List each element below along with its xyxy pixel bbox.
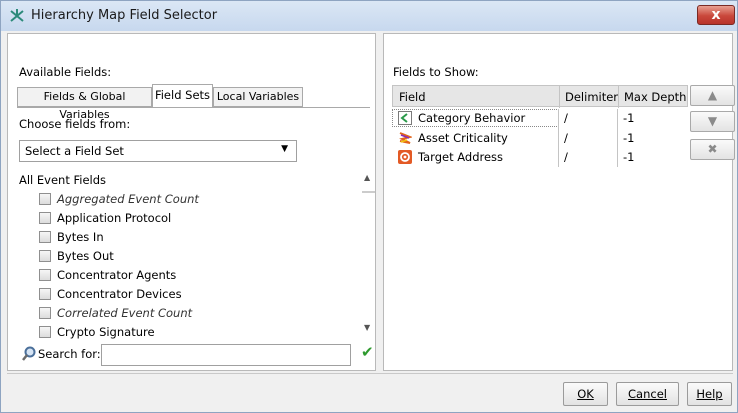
category-behavior-icon [398,111,412,125]
tab-field-sets[interactable]: Field Sets [152,84,213,108]
field-label: Aggregated Event Count [57,192,199,206]
search-input[interactable] [101,344,351,366]
field-cell: Asset Criticality [418,131,508,145]
column-divider [559,86,560,108]
table-row[interactable]: Target Address / -1 [392,148,688,167]
delimiter-cell[interactable]: / [564,111,568,125]
help-button[interactable]: Help [687,382,732,406]
field-label: Bytes In [57,230,104,244]
remove-button[interactable]: ✖ [690,139,735,160]
field-checkbox[interactable] [39,193,51,205]
field-checkbox[interactable] [39,212,51,224]
field-label: Application Protocol [57,211,172,225]
table-header: Field Delimiter Max Depth [392,85,688,108]
field-label: Correlated Event Count [57,306,193,320]
choose-fields-label: Choose fields from: [19,117,131,131]
max-depth-cell[interactable]: -1 [623,111,634,125]
asset-criticality-icon [399,132,412,144]
close-button[interactable]: x [697,5,735,25]
delimiter-cell[interactable]: / [564,150,568,164]
delimiter-cell[interactable]: / [564,131,568,145]
remove-icon: ✖ [707,142,718,156]
move-up-button[interactable]: ▲ [690,85,735,106]
field-checkbox[interactable] [39,326,51,338]
event-field-list: All Event Fields Aggregated Event Count … [19,169,365,339]
field-label: Concentrator Devices [57,287,182,301]
table-row[interactable]: Category Behavior / -1 [392,109,688,128]
table-row[interactable]: Asset Criticality / -1 [392,129,688,148]
hierarchy-map-icon [10,9,24,22]
fields-to-show-label: Fields to Show: [393,65,479,79]
target-address-icon [398,150,412,164]
scroll-up-arrow-icon[interactable]: ▲ [364,173,370,182]
column-divider [558,109,559,167]
close-icon: x [711,7,721,23]
field-label: Concentrator Agents [57,268,177,282]
max-depth-cell[interactable]: -1 [623,131,634,145]
max-depth-cell[interactable]: -1 [623,150,634,164]
field-checkbox[interactable] [39,307,51,319]
checkmark-icon: ✔ [361,343,374,361]
column-divider [618,86,619,108]
field-cell: Target Address [418,150,504,164]
field-checkbox[interactable] [39,288,51,300]
field-cell: Category Behavior [418,111,526,125]
arrow-up-icon: ▲ [707,88,718,102]
arrow-down-icon: ▼ [707,114,718,128]
field-set-select-value: Select a Field Set [25,144,124,158]
cancel-button-label: Cancel [628,387,667,401]
ok-button[interactable]: OK [563,382,608,406]
window-title: Hierarchy Map Field Selector [31,8,218,23]
dialog-window: Hierarchy Map Field Selector x Available… [0,0,738,413]
field-label: Crypto Signature [57,325,155,339]
tab-local-variables[interactable]: Local Variables [213,87,303,107]
footer-divider [7,373,733,374]
field-label: Bytes Out [57,249,114,263]
scroll-down-arrow-icon[interactable]: ▼ [364,323,370,332]
ok-button-label: OK [577,387,594,401]
column-header-field[interactable]: Field [399,90,426,104]
column-divider [617,109,618,167]
move-down-button[interactable]: ▼ [690,111,735,132]
scrollbar-thumb[interactable] [362,191,375,193]
fields-to-show-panel [383,33,733,371]
title-bar: Hierarchy Map Field Selector x [1,1,737,31]
field-checkbox[interactable] [39,231,51,243]
search-label: Search for: [38,347,101,361]
help-button-label: Help [696,387,723,401]
chevron-down-icon: ▼ [281,144,288,154]
tab-fields-global-variables[interactable]: Fields & Global Variables [17,87,152,121]
cancel-button[interactable]: Cancel [616,382,679,406]
search-icon [22,346,36,361]
column-header-delimiter[interactable]: Delimiter [565,90,618,104]
list-header: All Event Fields [19,173,107,187]
available-fields-label: Available Fields: [19,65,112,79]
field-checkbox[interactable] [39,269,51,281]
tab-divider [17,107,370,108]
field-set-select[interactable]: Select a Field Set ▼ [19,140,297,162]
field-checkbox[interactable] [39,250,51,262]
column-header-max-depth[interactable]: Max Depth [624,90,686,104]
